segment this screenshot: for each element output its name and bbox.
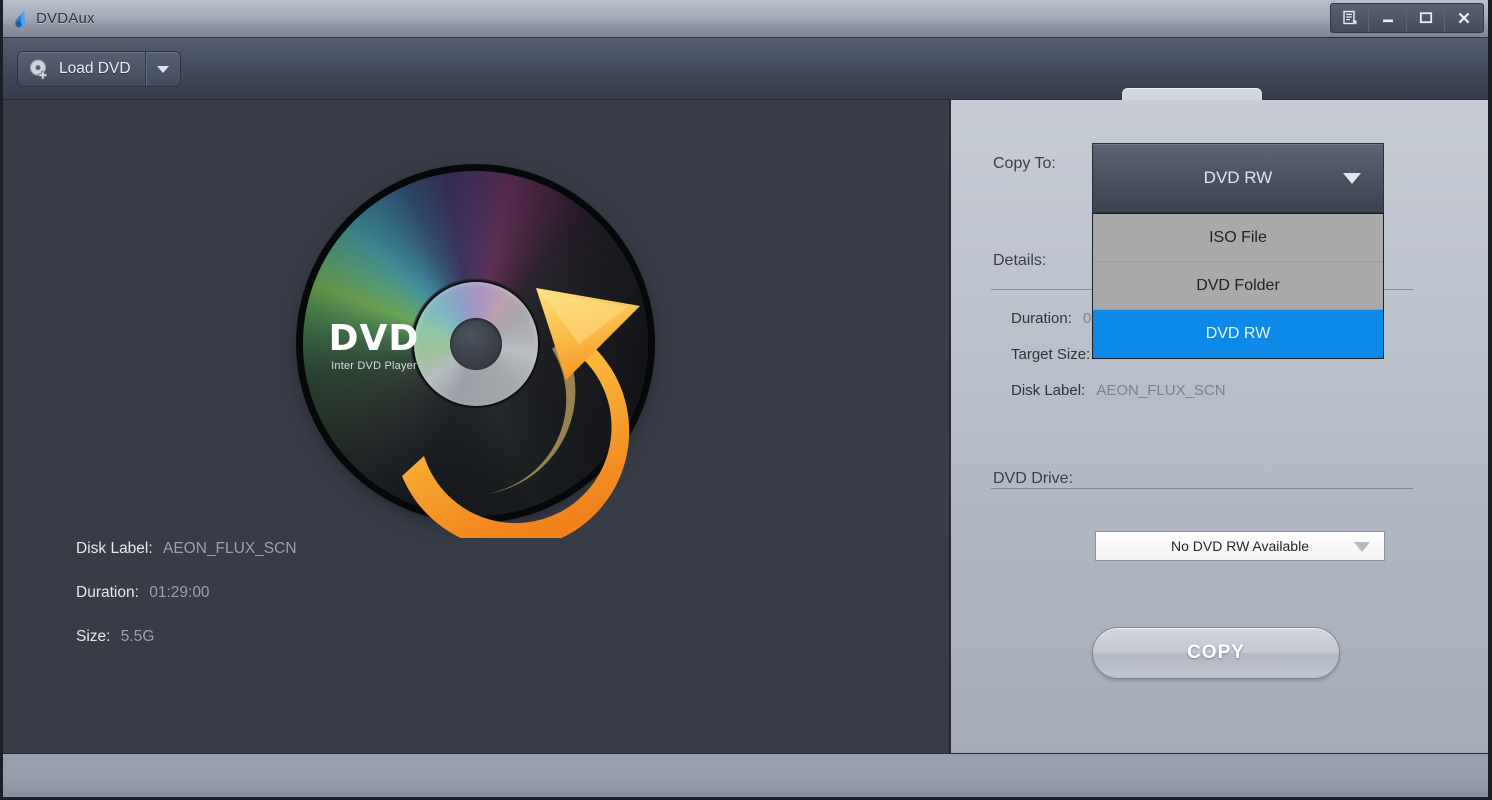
copy-to-selected-value: DVD RW bbox=[1203, 168, 1273, 187]
detail-disk-label-value: AEON_FLUX_SCN bbox=[1096, 382, 1226, 399]
menu-list-button[interactable] bbox=[1331, 4, 1369, 32]
load-dvd-button[interactable]: Load DVD bbox=[18, 52, 146, 86]
details-label: Details: bbox=[993, 252, 1047, 269]
dvd-drive-select[interactable]: No DVD RW Available bbox=[1095, 531, 1385, 561]
option-label: DVD RW bbox=[1205, 325, 1271, 342]
disk-label-key: Disk Label: bbox=[76, 540, 153, 557]
option-label: ISO File bbox=[1209, 228, 1267, 246]
caret-down-icon bbox=[1343, 173, 1361, 184]
copy-to-options-list: ISO File DVD Folder DVD RW bbox=[1092, 213, 1384, 359]
circular-arrow-icon bbox=[402, 288, 640, 538]
dvd-drive-label: DVD Drive: bbox=[993, 470, 1074, 487]
close-button[interactable] bbox=[1445, 4, 1483, 32]
maximize-button[interactable] bbox=[1407, 4, 1445, 32]
detail-disk-label-key: Disk Label: bbox=[1011, 382, 1086, 399]
copy-to-option-dvd-rw[interactable]: DVD RW bbox=[1093, 310, 1383, 358]
copy-to-row: Copy To: bbox=[993, 155, 1056, 173]
minimize-icon bbox=[1380, 10, 1396, 26]
duration-key: Duration: bbox=[76, 584, 139, 601]
minimize-button[interactable] bbox=[1369, 4, 1407, 32]
detail-duration-key: Duration: bbox=[1011, 310, 1072, 327]
copy-to-select[interactable]: DVD RW bbox=[1092, 143, 1384, 213]
window-title: DVDAux bbox=[36, 10, 95, 27]
size-key: Size: bbox=[76, 628, 111, 645]
dvd-disc-artwork: DVD Inter DVD Player bbox=[290, 158, 670, 538]
app-icon bbox=[10, 8, 32, 30]
content-area: DVD Inter DVD Player Disk Label: AEON_FL… bbox=[0, 100, 1492, 753]
caret-down-icon bbox=[157, 65, 170, 73]
application-window: DVDAux Load DVD DVD Inter DVD Player Dis… bbox=[0, 0, 1492, 800]
status-bar bbox=[0, 753, 1492, 800]
load-dvd-button-group: Load DVD bbox=[17, 51, 181, 87]
load-dvd-dropdown-button[interactable] bbox=[145, 52, 180, 86]
detail-target-size-key: Target Size: bbox=[1011, 346, 1091, 363]
title-bar: DVDAux bbox=[0, 0, 1492, 38]
size-value: 5.5G bbox=[120, 628, 155, 645]
copy-to-label: Copy To: bbox=[993, 155, 1056, 172]
maximize-icon bbox=[1418, 10, 1434, 26]
copy-button-label: COPY bbox=[1187, 642, 1245, 663]
list-menu-icon bbox=[1342, 10, 1358, 26]
disc-plus-icon bbox=[28, 58, 50, 80]
detail-row-disk-label: Disk Label: AEON_FLUX_SCN bbox=[1011, 382, 1431, 399]
preview-pane: DVD Inter DVD Player Disk Label: AEON_FL… bbox=[0, 100, 950, 753]
dvd-drive-selected-value: No DVD RW Available bbox=[1171, 538, 1309, 554]
meta-row: Disk Label: AEON_FLUX_SCN bbox=[76, 540, 576, 558]
copy-dvd-panel: Copy To: DVD RW ISO File DVD Folder DVD … bbox=[951, 100, 1492, 753]
caret-down-icon bbox=[1354, 542, 1370, 552]
disc-metadata: Disk Label: AEON_FLUX_SCN Duration: 01:2… bbox=[76, 540, 576, 672]
meta-row: Size: 5.5G bbox=[76, 628, 576, 646]
toolbar: Load DVD Convert to Copy DVD bbox=[0, 38, 1492, 138]
copy-to-option-iso-file[interactable]: ISO File bbox=[1093, 214, 1383, 262]
duration-value: 01:29:00 bbox=[149, 584, 210, 601]
dvd-drive-separator bbox=[991, 488, 1413, 489]
load-dvd-label: Load DVD bbox=[59, 60, 131, 77]
window-frame-right bbox=[1488, 0, 1492, 800]
option-label: DVD Folder bbox=[1196, 276, 1280, 294]
window-controls bbox=[1330, 3, 1484, 33]
copy-button[interactable]: COPY bbox=[1092, 627, 1340, 679]
window-frame-left bbox=[0, 0, 3, 800]
copy-to-option-dvd-folder[interactable]: DVD Folder bbox=[1093, 262, 1383, 310]
meta-row: Duration: 01:29:00 bbox=[76, 584, 576, 602]
disk-label-value: AEON_FLUX_SCN bbox=[163, 540, 297, 557]
close-icon bbox=[1456, 10, 1472, 26]
